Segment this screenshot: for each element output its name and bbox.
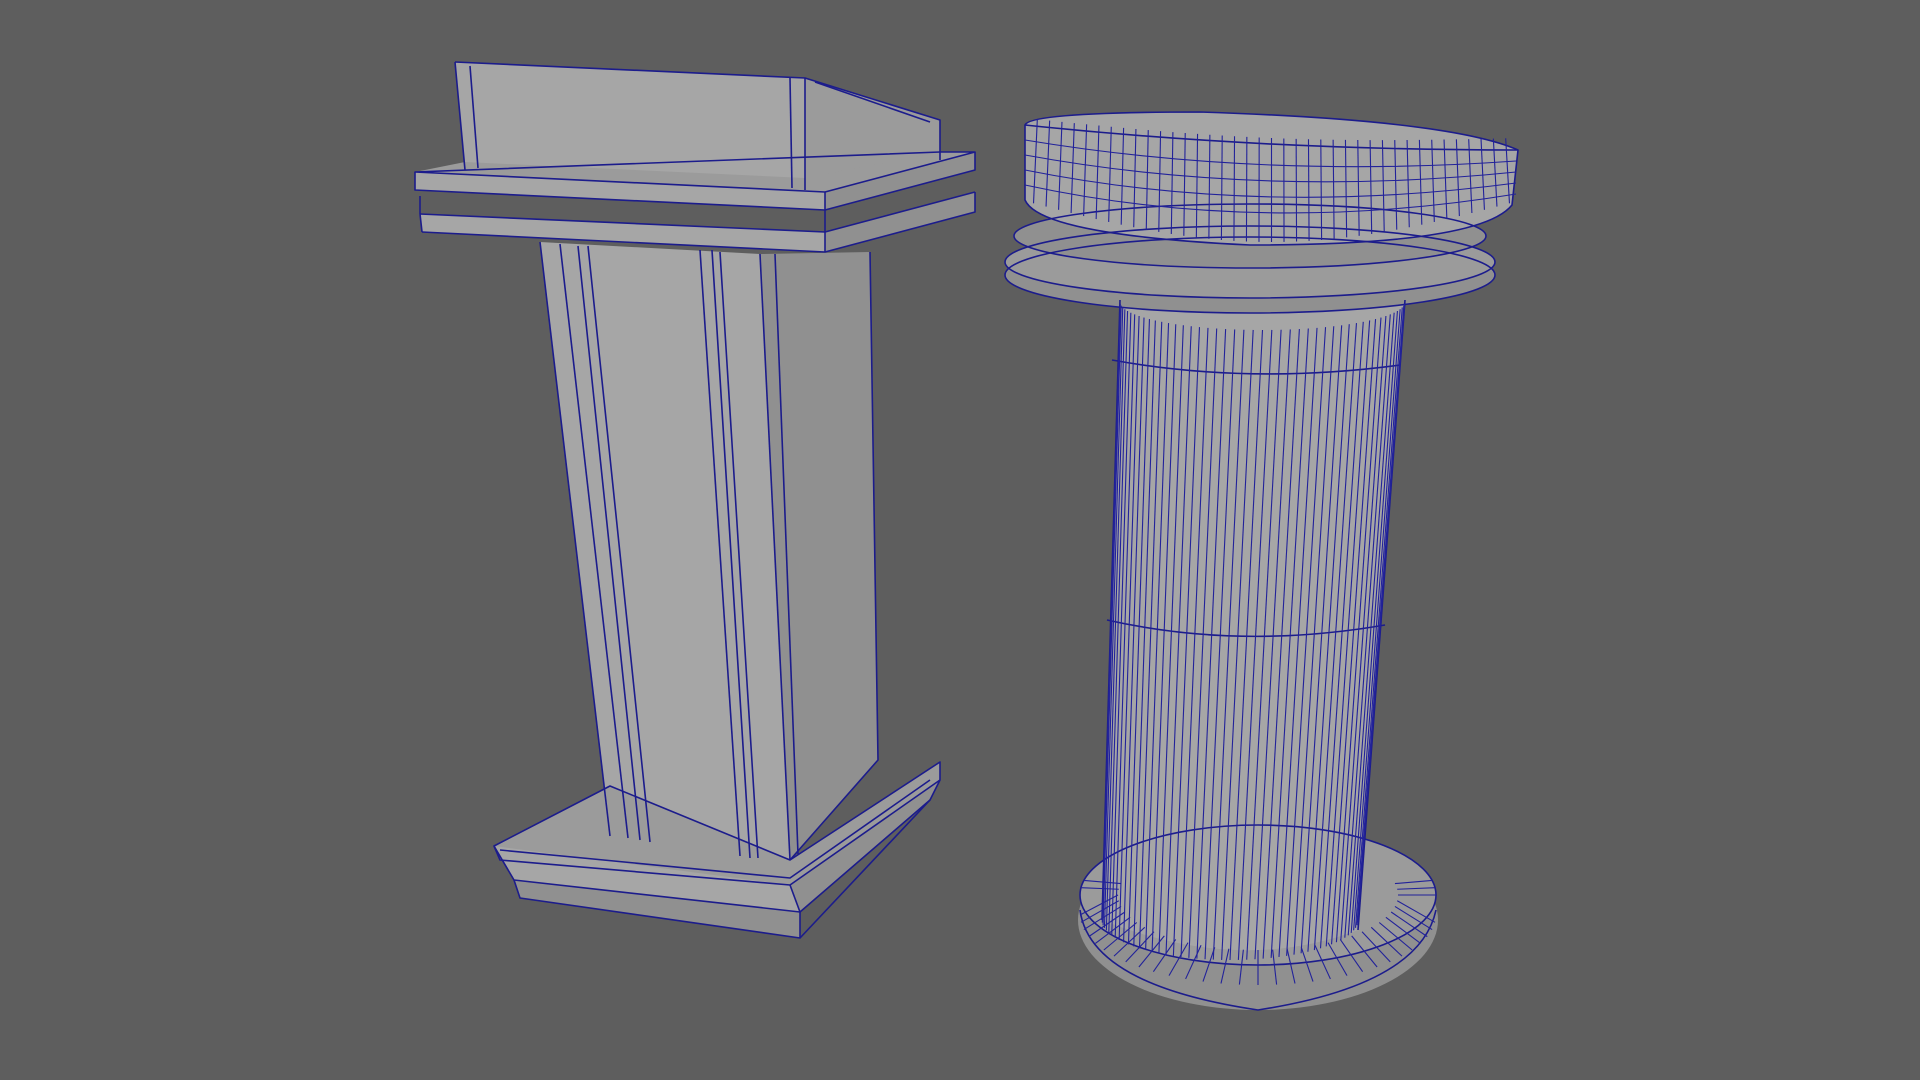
mesh-edge	[1307, 139, 1310, 241]
box-lectern-mesh[interactable]	[414, 61, 976, 939]
3d-viewport[interactable]	[0, 0, 1920, 1080]
viewport-canvas[interactable]	[0, 0, 1920, 1080]
mesh-edge	[1233, 136, 1236, 241]
cylinder-lectern-mesh[interactable]	[1004, 111, 1519, 1011]
